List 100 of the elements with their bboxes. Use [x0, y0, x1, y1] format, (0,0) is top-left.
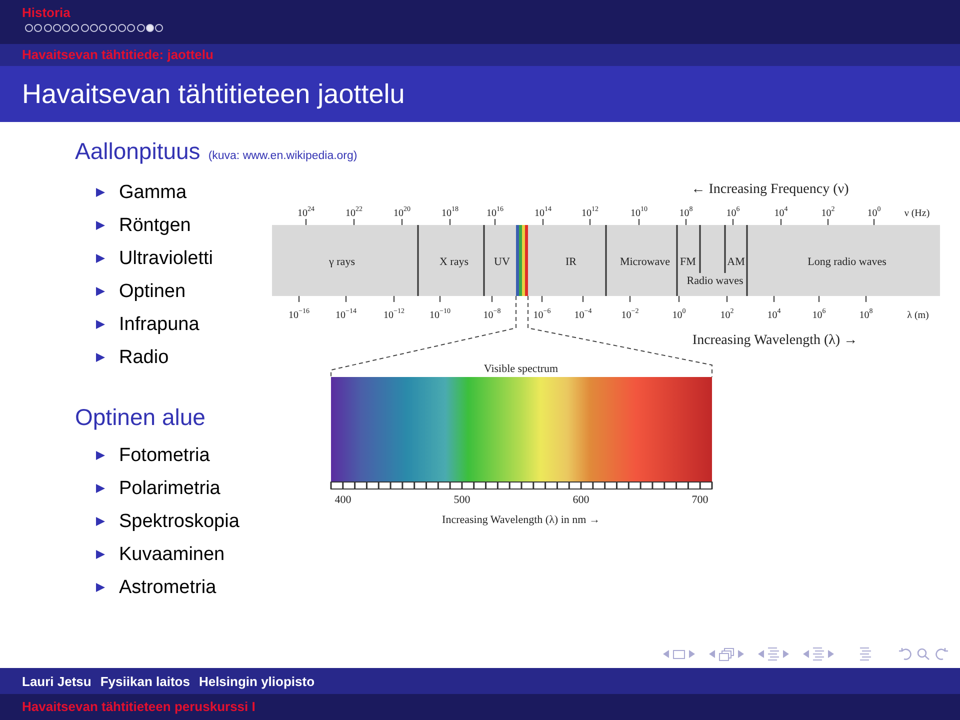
list-item-text: Optinen	[119, 280, 186, 302]
tick-label: 10$^{−12}$	[384, 307, 404, 321]
bullet-icon	[95, 582, 106, 593]
tick-label: 10$^{14}$	[534, 205, 552, 219]
tick-label: 10$^{10}$	[630, 205, 648, 219]
left-arrow-icon[interactable]	[709, 650, 715, 658]
slide-dot[interactable]	[52, 24, 61, 32]
lines-icon[interactable]	[768, 647, 779, 661]
frame-title: Havaitsevan tähtitieteen jaottelu	[22, 78, 405, 110]
band-label: Long radio waves	[808, 256, 886, 268]
tick-label: 10$^{−4}$	[574, 307, 592, 321]
visible-spectrum-title: Visible spectrum	[484, 363, 558, 375]
footer-author-text: Fysiikan laitos	[100, 674, 190, 688]
tick-label: 10$^{6}$	[812, 307, 826, 321]
stacked-frames-icon[interactable]	[719, 648, 734, 660]
slide-dot[interactable]	[71, 24, 80, 32]
axis-title: ← Increasing Frequency (ν)	[691, 182, 849, 197]
band-label: Radio waves	[686, 275, 744, 287]
slide-dot[interactable]	[25, 24, 33, 32]
tick-label: 10$^{8}$	[679, 205, 693, 219]
block-heading: Aallonpituus	[75, 138, 200, 165]
slide-dot[interactable]	[99, 24, 108, 32]
tick-label: 10$^{6}$	[726, 205, 740, 219]
right-arrow-icon[interactable]	[738, 650, 744, 658]
tick-label: 10$^{20}$	[394, 205, 410, 219]
list-item-text: Gamma	[119, 182, 187, 204]
slide-dot[interactable]	[90, 24, 98, 32]
band-label: FM	[680, 256, 696, 268]
slide-dot[interactable]	[136, 24, 145, 32]
list-item-text: Astrometria	[119, 576, 216, 598]
slide-dot[interactable]	[118, 24, 126, 32]
left-arrow-icon[interactable]	[663, 650, 669, 658]
band-label: IR	[566, 256, 576, 268]
subsection-link[interactable]: Havaitsevan tähtitiede: jaottelu	[22, 47, 214, 63]
right-arrow-icon[interactable]	[689, 650, 695, 658]
tick-label: 700	[692, 494, 708, 506]
tick-label: 10$^{−6}$	[533, 307, 551, 321]
tick-label: 10$^{18}$	[442, 205, 458, 219]
frame-icon[interactable]	[673, 650, 685, 658]
bullet-icon	[95, 220, 106, 231]
redo-icon[interactable]	[934, 648, 948, 660]
search-icon[interactable]	[917, 648, 930, 660]
tick-label: 500	[454, 494, 470, 506]
tick-label: 10$^{−14}$	[336, 307, 356, 321]
bullet-icon	[95, 319, 106, 330]
axis-unit: λ (m)	[907, 310, 929, 321]
band-label: UV	[494, 256, 510, 268]
band-label: AM	[727, 256, 745, 268]
list-item-text: Spektroskopia	[119, 510, 240, 532]
list-item-text: Röntgen	[119, 214, 191, 236]
list-item-text: Kuvaaminen	[119, 544, 225, 566]
axis-title: Increasing Wavelength (λ) in nm →	[442, 514, 600, 526]
tick-label: 10$^{2}$	[720, 307, 734, 321]
axis-title: Increasing Wavelength (λ) →	[692, 333, 858, 348]
tick-label: 10$^{0}$	[672, 307, 686, 321]
tick-label: 10$^{24}$	[298, 205, 314, 219]
rainbow-stripe	[516, 225, 528, 296]
band-label: γ rays	[329, 256, 355, 268]
slide-dot[interactable]	[146, 24, 154, 32]
band-label: X rays	[439, 256, 469, 268]
axis-unit: ν (Hz)	[904, 208, 930, 219]
tick-label: 10$^{2}$	[821, 205, 835, 219]
bullet-icon	[95, 187, 106, 198]
tick-label: 10$^{−16}$	[288, 307, 310, 321]
slide-dot[interactable]	[108, 24, 117, 32]
right-arrow-icon[interactable]	[828, 650, 834, 658]
bullet-icon	[95, 516, 106, 527]
slide-dot[interactable]	[44, 24, 52, 32]
slide-dot[interactable]	[127, 24, 136, 32]
lines-icon[interactable]	[813, 647, 824, 661]
slide-dot[interactable]	[62, 24, 70, 32]
block-heading: Optinen alue	[75, 404, 206, 431]
bullet-icon	[95, 549, 106, 560]
bullet-icon	[95, 450, 106, 461]
list-item-text: Fotometria	[119, 444, 210, 466]
tick-label: 10$^{12}$	[582, 205, 598, 219]
slide-dot[interactable]	[34, 24, 42, 32]
footer-author-text: Lauri Jetsu	[22, 674, 92, 688]
tick-label: 10$^{22}$	[346, 205, 362, 219]
bullet-icon	[95, 253, 106, 264]
tick-label: 10$^{4}$	[767, 307, 781, 321]
left-arrow-icon[interactable]	[803, 650, 809, 658]
left-arrow-icon[interactable]	[758, 650, 764, 658]
bullet-icon	[95, 286, 106, 297]
slide-dot[interactable]	[155, 24, 164, 32]
list-item-text: Infrapuna	[119, 314, 200, 336]
right-arrow-icon[interactable]	[783, 650, 789, 658]
tick-label: 10$^{−10}$	[430, 307, 450, 321]
lines-icon[interactable]	[860, 647, 871, 661]
list-item-text: Ultravioletti	[119, 248, 213, 270]
footer-title: Havaitsevan tähtitieteen peruskurssi I	[22, 699, 256, 715]
tick-label: 10$^{4}$	[774, 205, 788, 219]
tick-label: 10$^{16}$	[486, 205, 504, 219]
undo-icon[interactable]	[899, 648, 913, 660]
list-item-text: Polarimetria	[119, 478, 220, 500]
bullet-icon	[95, 352, 106, 363]
tick-label: 10$^{−8}$	[483, 307, 501, 321]
slide-dot[interactable]	[80, 24, 89, 32]
band-label: Microwave	[620, 256, 670, 268]
footer-author-text: Helsingin yliopisto	[198, 674, 315, 688]
